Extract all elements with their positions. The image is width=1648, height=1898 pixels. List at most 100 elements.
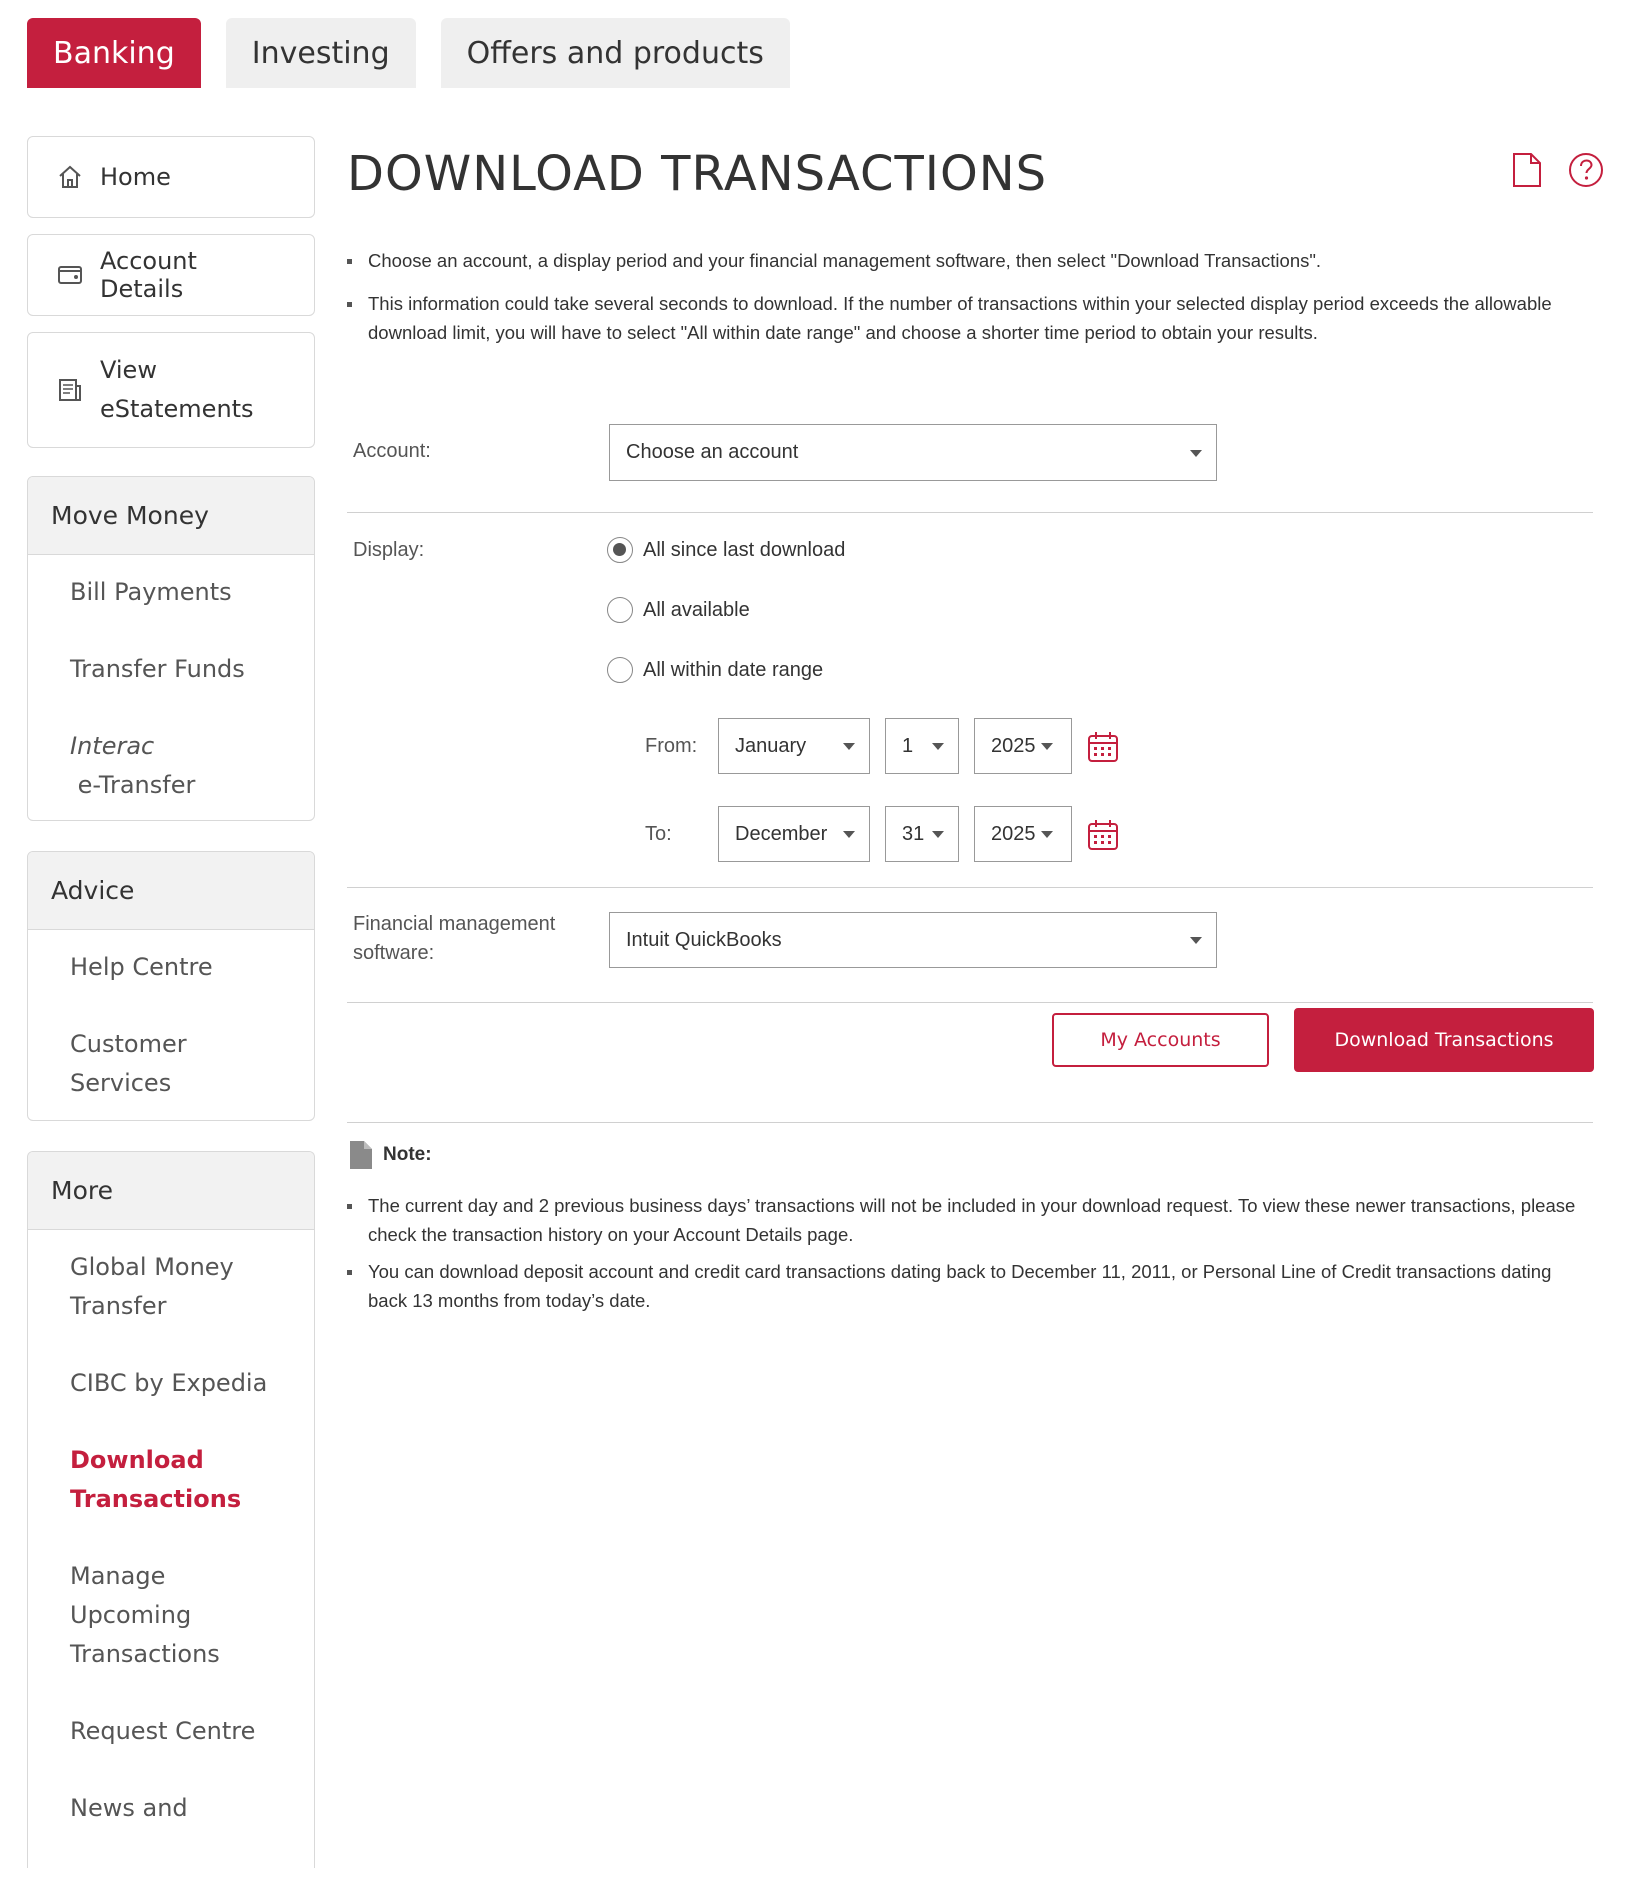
sidebar-item-request-centre[interactable]: Request Centre — [28, 1712, 314, 1751]
label-line-1: Manage Upcoming — [70, 1562, 192, 1629]
label-line-2: Transactions — [70, 1640, 220, 1668]
sidebar-item-download-transactions[interactable]: Download Transactions — [28, 1441, 314, 1519]
divider — [347, 1002, 1593, 1003]
label-line-2: eStatements — [100, 395, 254, 423]
software-select-value: Intuit QuickBooks — [626, 928, 782, 951]
interac-brand: Interac — [70, 732, 155, 760]
list-item: Choose an account, a display period and … — [347, 246, 1593, 275]
calendar-icon[interactable] — [1086, 818, 1120, 852]
to-day-select[interactable]: 31 — [885, 806, 959, 862]
calendar-icon[interactable] — [1086, 730, 1120, 764]
interac-label: e-Transfer — [70, 771, 196, 799]
sidebar-item-account-details[interactable]: Account Details — [28, 235, 314, 315]
label-line-2: software: — [353, 942, 435, 964]
list-item: The current day and 2 previous business … — [347, 1191, 1593, 1249]
intro-list: Choose an account, a display period and … — [347, 246, 1593, 361]
tab-investing[interactable]: Investing — [225, 18, 416, 88]
select-value: 2025 — [991, 822, 1036, 845]
sidebar-item-news[interactable]: News and — [28, 1789, 314, 1828]
radio-all-available[interactable]: All available — [607, 597, 750, 623]
group-heading: More — [28, 1152, 314, 1230]
wallet-icon — [58, 266, 82, 284]
download-transactions-button[interactable]: Download Transactions — [1294, 1008, 1594, 1072]
chevron-down-icon — [932, 743, 944, 750]
sidebar-item-customer-services[interactable]: Customer Services — [28, 1025, 314, 1103]
tab-offers-and-products[interactable]: Offers and products — [440, 18, 790, 88]
account-select[interactable]: Choose an account — [609, 424, 1217, 481]
select-value: 2025 — [991, 734, 1036, 757]
note-document-icon — [350, 1141, 372, 1169]
sidebar-group-advice: Advice Help Centre Customer Services — [27, 851, 315, 1121]
sidebar-item-view-estatements[interactable]: View eStatements — [28, 333, 314, 447]
chevron-down-icon — [843, 743, 855, 750]
software-select[interactable]: Intuit QuickBooks — [609, 912, 1217, 968]
group-heading: Advice — [28, 852, 314, 930]
list-item: This information could take several seco… — [347, 289, 1593, 347]
header-icons — [1512, 152, 1604, 188]
select-value: December — [735, 822, 828, 845]
sidebar-card-home: Home — [27, 136, 315, 218]
select-value: 31 — [902, 822, 925, 845]
sidebar-item-manage-upcoming-transactions[interactable]: Manage Upcoming Transactions — [28, 1557, 314, 1674]
note-heading-text: Note: — [383, 1144, 432, 1165]
radio-label: All within date range — [643, 658, 824, 681]
label-line-2: Transactions — [70, 1485, 242, 1513]
top-tabs: Banking Investing Offers and products — [27, 18, 790, 88]
chevron-down-icon — [932, 831, 944, 838]
sidebar-item-global-money-transfer[interactable]: Global Money Transfer — [28, 1248, 314, 1326]
sidebar-item-help-centre[interactable]: Help Centre — [28, 948, 314, 987]
document-icon[interactable] — [1512, 152, 1542, 188]
chevron-down-icon — [1041, 743, 1053, 750]
label-line-1: View — [100, 356, 157, 384]
sidebar-item-bill-payments[interactable]: Bill Payments — [28, 573, 314, 612]
to-label: To: — [645, 823, 672, 845]
display-label: Display: — [353, 539, 425, 561]
sidebar-group-move-money: Move Money Bill Payments Transfer Funds … — [27, 476, 315, 821]
chevron-down-icon — [1041, 831, 1053, 838]
label-line-1: Download — [70, 1446, 204, 1474]
note-heading: Note: — [349, 1140, 432, 1170]
divider — [347, 887, 1593, 888]
radio-all-within-date-range[interactable]: All within date range — [607, 657, 823, 683]
sidebar-card-estatements: View eStatements — [27, 332, 315, 448]
to-year-select[interactable]: 2025 — [974, 806, 1072, 862]
sidebar-item-interac-etransfer[interactable]: Interac e-Transfer — [28, 727, 314, 805]
account-label: Account: — [353, 440, 431, 462]
sidebar-item-label: Account Details — [100, 247, 197, 303]
home-icon — [59, 165, 81, 188]
label-line-1: Global Money — [70, 1253, 234, 1281]
label-line-2: Transfer — [70, 1292, 167, 1320]
group-heading: Move Money — [28, 477, 314, 555]
from-year-select[interactable]: 2025 — [974, 718, 1072, 774]
sidebar-item-label: View eStatements — [100, 351, 254, 429]
radio-button[interactable] — [607, 597, 633, 623]
account-select-value: Choose an account — [626, 441, 799, 463]
from-month-select[interactable]: January — [718, 718, 870, 774]
sidebar-item-label: Home — [100, 163, 171, 191]
tab-banking[interactable]: Banking — [27, 18, 201, 88]
sidebar: Home Account Details View eStatements Mo… — [27, 136, 315, 1898]
my-accounts-button[interactable]: My Accounts — [1052, 1013, 1269, 1067]
sidebar-item-home[interactable]: Home — [28, 137, 314, 217]
radio-button[interactable] — [607, 537, 633, 563]
divider — [347, 512, 1593, 513]
sidebar-group-more: More Global Money Transfer CIBC by Exped… — [27, 1151, 315, 1868]
divider — [347, 1122, 1593, 1123]
select-value: 1 — [902, 734, 914, 757]
chevron-down-icon — [1190, 449, 1202, 457]
to-month-select[interactable]: December — [718, 806, 870, 862]
sidebar-item-cibc-by-expedia[interactable]: CIBC by Expedia — [28, 1364, 314, 1403]
from-day-select[interactable]: 1 — [885, 718, 959, 774]
sidebar-card-account-details: Account Details — [27, 234, 315, 316]
software-label: Financial management software: — [353, 910, 555, 968]
sidebar-item-transfer-funds[interactable]: Transfer Funds — [28, 650, 314, 689]
radio-all-since-last-download[interactable]: All since last download — [607, 537, 845, 563]
help-circle-icon[interactable] — [1568, 152, 1604, 188]
label-line-1: Financial management — [353, 913, 556, 935]
chevron-down-icon — [1190, 937, 1202, 944]
radio-label: All available — [643, 598, 750, 621]
statement-icon — [59, 379, 81, 401]
select-value: January — [735, 734, 807, 757]
radio-button[interactable] — [607, 657, 633, 683]
from-label: From: — [645, 735, 698, 757]
